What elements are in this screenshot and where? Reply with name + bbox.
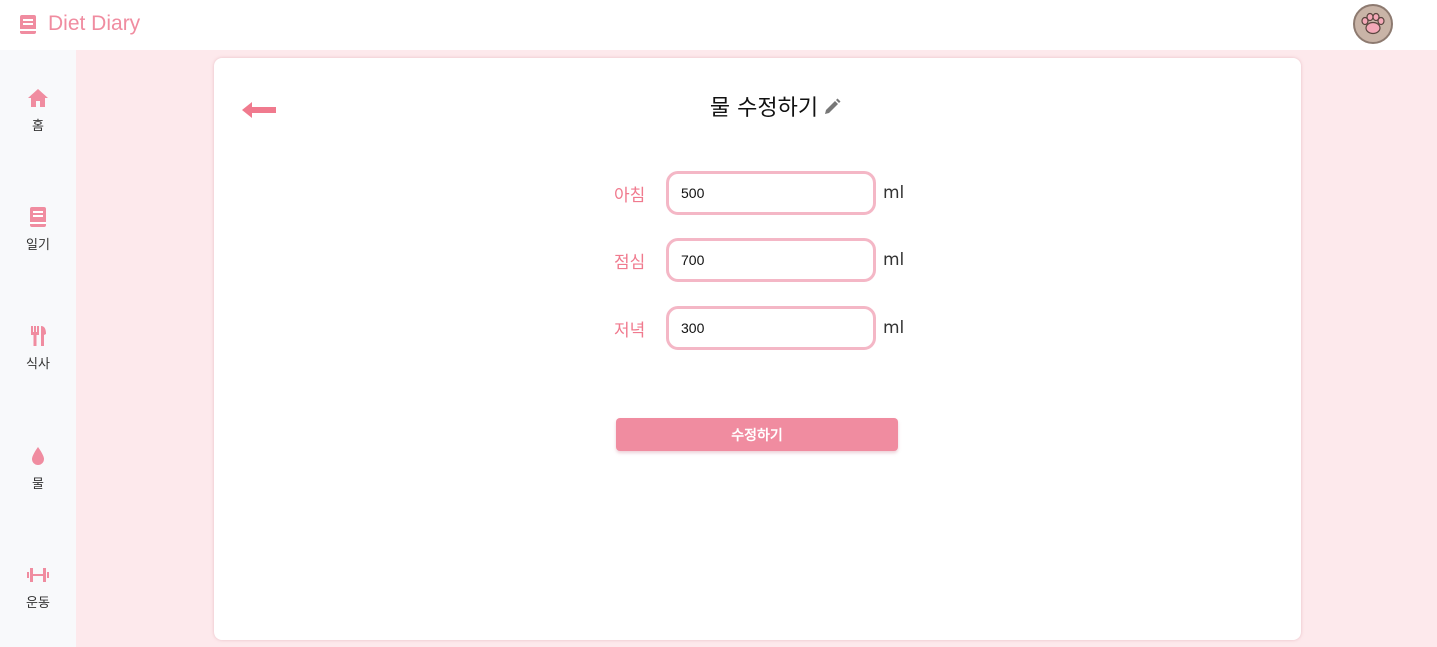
dinner-input[interactable] bbox=[666, 306, 876, 350]
submit-button[interactable]: 수정하기 bbox=[616, 418, 898, 451]
sidebar-item-meal[interactable]: 식사 bbox=[0, 326, 76, 372]
lunch-label: 점심 bbox=[614, 252, 646, 273]
breakfast-input[interactable] bbox=[666, 171, 876, 215]
main-content: 물 수정하기 아침 ml 점심 ml 저녁 ml 수정하기 bbox=[76, 50, 1437, 647]
sidebar-item-water[interactable]: 물 bbox=[0, 446, 76, 492]
water-edit-card: 물 수정하기 아침 ml 점심 ml 저녁 ml 수정하기 bbox=[214, 58, 1301, 640]
home-icon bbox=[28, 89, 48, 107]
top-header: Diet Diary bbox=[0, 0, 1437, 50]
lunch-input[interactable] bbox=[666, 238, 876, 282]
app-title: Diet Diary bbox=[48, 12, 141, 35]
utensils-icon bbox=[31, 326, 46, 346]
paw-icon bbox=[1361, 12, 1385, 35]
sidebar-item-diary[interactable]: 일기 bbox=[0, 207, 76, 253]
book-icon bbox=[30, 207, 46, 227]
sidebar: 홈 일기 식사 물 운동 bbox=[0, 50, 76, 647]
dinner-unit: ml bbox=[883, 318, 905, 338]
sidebar-item-label: 물 bbox=[32, 477, 44, 492]
app-brand[interactable]: Diet Diary bbox=[20, 12, 140, 36]
lunch-unit: ml bbox=[883, 250, 905, 270]
dinner-label: 저녁 bbox=[614, 320, 646, 341]
book-icon bbox=[20, 14, 36, 34]
pencil-icon bbox=[825, 98, 841, 114]
page-title-wrap: 물 수정하기 bbox=[214, 90, 1301, 122]
water-drop-icon bbox=[32, 447, 44, 465]
sidebar-item-label: 일기 bbox=[26, 238, 50, 253]
breakfast-unit: ml bbox=[883, 183, 905, 203]
form-row-dinner: 저녁 ml bbox=[614, 306, 904, 350]
page-title: 물 수정하기 bbox=[709, 96, 819, 121]
sidebar-item-label: 홈 bbox=[32, 119, 44, 134]
avatar[interactable] bbox=[1353, 4, 1393, 44]
sidebar-item-label: 운동 bbox=[26, 596, 50, 611]
form-row-lunch: 점심 ml bbox=[614, 238, 904, 282]
dumbbell-icon bbox=[27, 568, 49, 582]
sidebar-item-home[interactable]: 홈 bbox=[0, 88, 76, 134]
sidebar-item-label: 식사 bbox=[26, 357, 50, 372]
breakfast-label: 아침 bbox=[614, 185, 646, 206]
sidebar-item-exercise[interactable]: 운동 bbox=[0, 565, 76, 611]
form-row-breakfast: 아침 ml bbox=[614, 171, 904, 215]
